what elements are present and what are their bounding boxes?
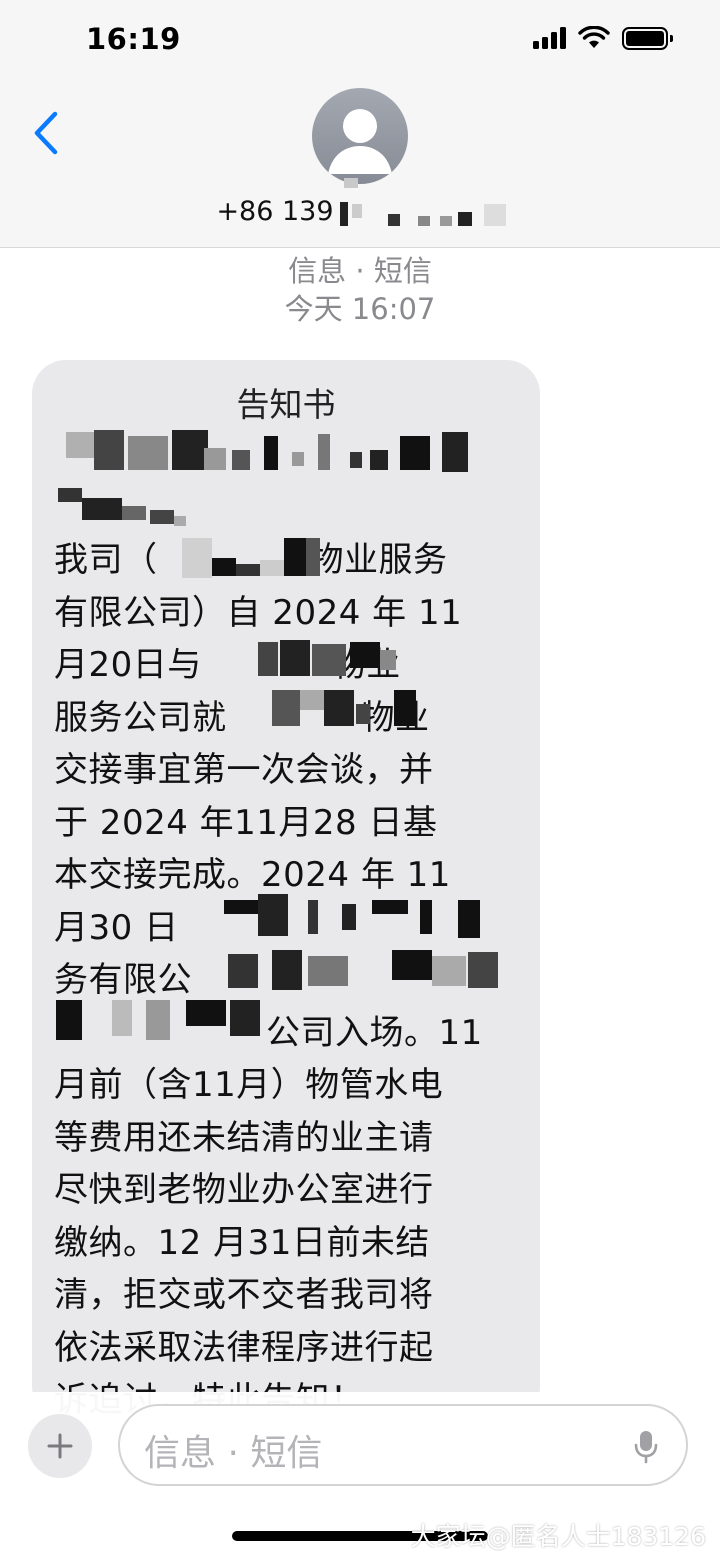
redaction-block (284, 538, 306, 576)
redaction-block (440, 216, 452, 226)
redaction-block (172, 430, 208, 470)
message-line: 月前（含11月）物管水电 (54, 1065, 444, 1105)
redaction-block (372, 900, 408, 914)
redaction-block (128, 436, 168, 470)
redaction-block (350, 642, 380, 668)
redaction-block (300, 690, 324, 710)
message-bubble[interactable]: 告知书 我司（物业服务 有限公司）自 2024 年 11 月20日与物业 服务公… (32, 360, 540, 1420)
redaction-block (272, 950, 302, 990)
redaction-block (458, 212, 472, 226)
message-line: 依法采取法律程序进行起 (54, 1327, 434, 1368)
microphone-icon (634, 1431, 658, 1464)
redaction-block (418, 216, 430, 226)
message-timestamp: 今天 16:07 (284, 292, 436, 326)
redaction-block (484, 204, 506, 226)
person-icon (328, 109, 392, 174)
redaction-block (306, 538, 320, 576)
redaction-block (150, 510, 174, 524)
redaction-block (394, 690, 416, 726)
redaction-block (388, 214, 400, 226)
contact-number-text: +86 139 (216, 196, 334, 227)
redaction-block (258, 642, 278, 676)
message-line: 尽快到老物业办公室进行 (54, 1170, 434, 1210)
chevron-left-icon (34, 111, 58, 155)
conversation-header: 16:19 +86 139 (0, 0, 720, 248)
redaction-block (442, 432, 468, 472)
redaction-block (342, 904, 356, 930)
redaction-block (230, 1000, 260, 1036)
redaction-block (308, 956, 348, 986)
redaction-block (352, 204, 362, 218)
message-line: 月30 日 (54, 907, 179, 948)
redaction-block (66, 432, 94, 458)
redaction-block (260, 560, 284, 576)
wifi-icon (578, 26, 610, 48)
redaction-block (146, 1000, 170, 1040)
message-line: 于 2024 年11月28 日基 (54, 802, 438, 843)
message-input[interactable]: 信息 · 短信 (118, 1404, 688, 1486)
redaction-block (400, 436, 430, 470)
redaction-block (258, 894, 288, 936)
redaction-block (224, 900, 262, 914)
message-input-placeholder: 信息 · 短信 (144, 1433, 323, 1474)
redaction-block (370, 450, 388, 470)
dictation-button[interactable] (634, 1430, 658, 1468)
contact-avatar[interactable] (312, 88, 408, 184)
redaction-block (432, 956, 466, 986)
message-channel: 信息 · 短信 (288, 254, 432, 288)
redaction-block (292, 452, 304, 466)
redaction-block (468, 952, 498, 988)
redaction-block (58, 488, 82, 502)
redaction-block (82, 498, 122, 520)
redaction-block (232, 450, 250, 470)
redaction-block (264, 436, 278, 470)
message-line: 有限公司）自 2024 年 11 (54, 592, 463, 633)
message-meta: 信息 · 短信 今天 16:07 (0, 252, 720, 328)
add-attachment-button[interactable] (28, 1414, 92, 1478)
redaction-block (350, 452, 362, 468)
redaction-block (212, 558, 236, 576)
watermark: 大家坛@匿名人士183126 (410, 1522, 706, 1551)
message-line: 交接事宜第一次会谈，并 (54, 750, 434, 790)
message-line: 缴纳。12 月31日前未结 (54, 1222, 430, 1263)
redaction-block (236, 564, 260, 576)
redaction-block (458, 900, 480, 938)
redaction-block (380, 650, 396, 670)
battery-icon (622, 26, 673, 50)
back-button[interactable] (26, 108, 66, 158)
message-line: 清，拒交或不交者我司将 (54, 1275, 434, 1315)
status-time: 16:19 (86, 22, 181, 56)
redaction-block (312, 644, 346, 676)
redaction-block (356, 704, 370, 724)
redaction-block (318, 434, 330, 470)
redaction-block (392, 950, 432, 980)
cellular-signal-icon (533, 27, 566, 49)
redaction-block (56, 1000, 82, 1040)
message-line: 本交接完成。2024 年 11 (54, 855, 451, 895)
redaction-block (324, 690, 354, 726)
redaction-block (204, 448, 226, 470)
redaction-block (182, 538, 212, 578)
redaction-block (112, 1000, 132, 1036)
redaction-block (420, 900, 432, 934)
redaction-block (344, 178, 358, 188)
message-title: 告知书 (236, 385, 336, 424)
plus-icon (47, 1433, 73, 1459)
redaction-block (122, 506, 146, 520)
redaction-block (174, 516, 186, 526)
redaction-block (228, 954, 258, 988)
redaction-block (280, 640, 310, 676)
redaction-block (94, 430, 124, 470)
redaction-block (340, 202, 348, 226)
status-icons (533, 26, 673, 50)
message-line: 等费用还未结清的业主请 (54, 1117, 434, 1158)
redaction-block (308, 900, 318, 934)
redaction-block (186, 1000, 226, 1026)
redaction-block (272, 690, 300, 726)
